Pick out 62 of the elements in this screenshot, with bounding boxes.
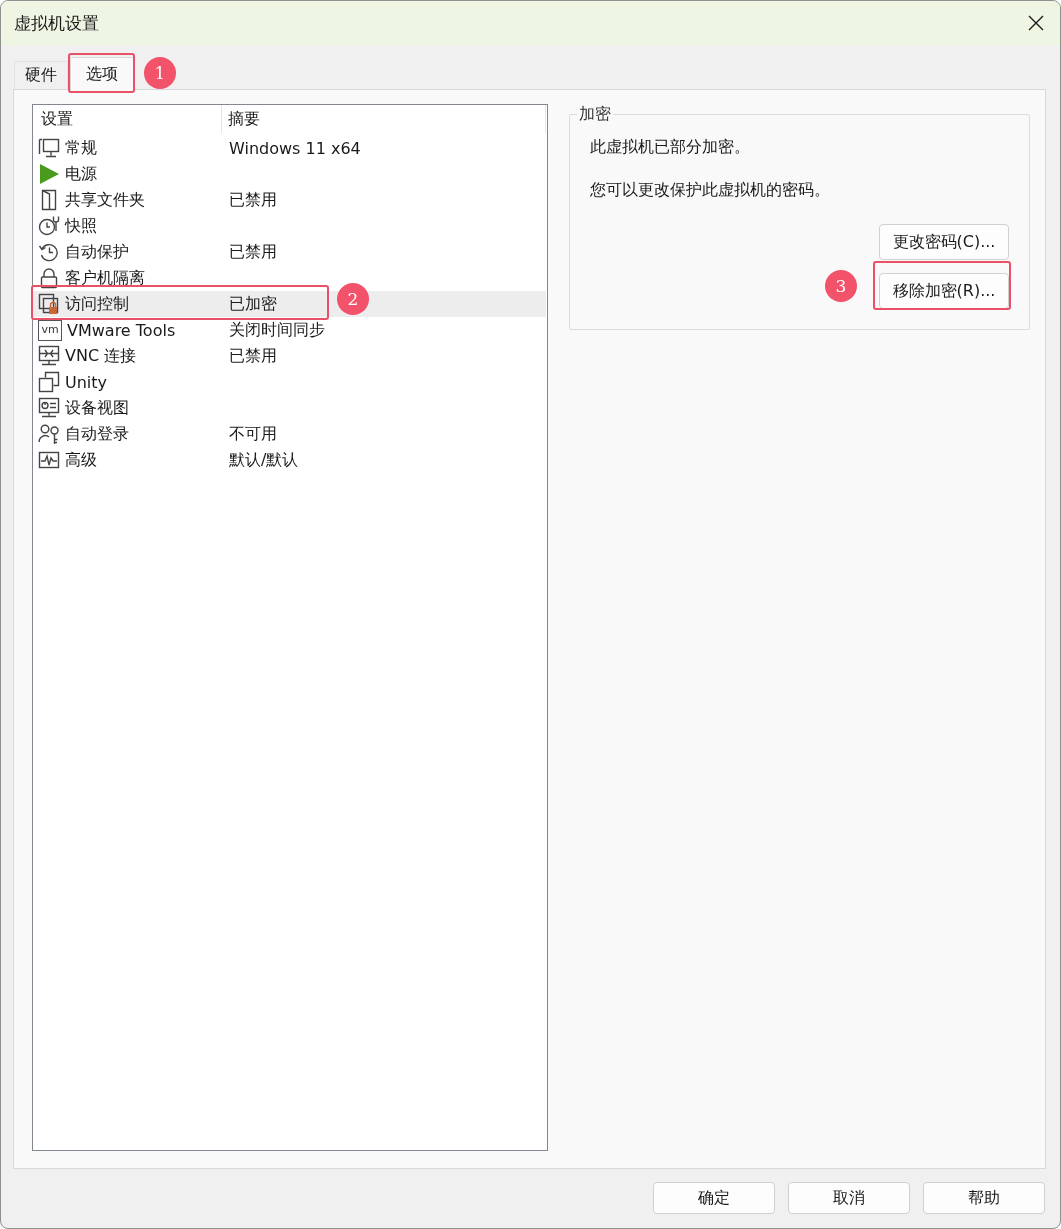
help-button[interactable]: 帮助 xyxy=(923,1182,1045,1214)
settings-row[interactable]: 常规 Windows 11 x64 xyxy=(33,135,546,161)
setting-summary: 不可用 xyxy=(229,423,277,445)
step-number: 1 xyxy=(144,57,176,89)
step-number: 3 xyxy=(825,270,857,302)
monitor-icon xyxy=(38,137,60,159)
info-text: 此虚拟机已部分加密。 xyxy=(590,136,751,158)
setting-summary: 已禁用 xyxy=(229,345,277,367)
settings-row[interactable]: 高级 默认/默认 xyxy=(33,447,546,473)
settings-row[interactable]: vm VMware Tools 关闭时间同步 xyxy=(33,317,546,343)
setting-name: 客户机隔离 xyxy=(65,267,145,289)
setting-summary: 关闭时间同步 xyxy=(229,319,325,341)
setting-name: 快照 xyxy=(65,215,97,237)
setting-name: 访问控制 xyxy=(65,293,129,315)
setting-summary: 已禁用 xyxy=(229,189,277,211)
monitor-power-icon xyxy=(38,397,60,419)
info-text: 您可以更改保护此虚拟机的密码。 xyxy=(590,179,831,201)
history-icon xyxy=(38,241,60,263)
setting-name: 设备视图 xyxy=(65,397,129,419)
setting-name: 自动保护 xyxy=(65,241,129,263)
setting-name: VNC 连接 xyxy=(65,345,137,367)
setting-name: 高级 xyxy=(65,449,97,471)
network-screen-icon xyxy=(38,345,60,367)
setting-name: Unity xyxy=(65,372,108,392)
clock-wrench-icon xyxy=(38,215,60,237)
user-key-icon xyxy=(38,423,60,445)
cancel-button[interactable]: 取消 xyxy=(788,1182,910,1214)
window-lock-icon xyxy=(38,293,60,315)
settings-row[interactable]: 自动登录 不可用 xyxy=(33,421,546,447)
setting-summary: Windows 11 x64 xyxy=(229,138,361,158)
setting-summary: 已禁用 xyxy=(229,241,277,263)
column-header[interactable]: 设置 xyxy=(33,105,222,133)
remove-encryption-button[interactable]: 移除加密(R)... xyxy=(879,273,1009,309)
settings-row[interactable]: 快照 xyxy=(33,213,546,239)
settings-row[interactable]: 自动保护 已禁用 xyxy=(33,239,546,265)
setting-name: 常规 xyxy=(65,137,97,159)
play-icon xyxy=(38,163,60,185)
tab[interactable]: 硬件 xyxy=(14,61,68,89)
step-number: 2 xyxy=(337,283,369,315)
settings-row[interactable]: 电源 xyxy=(33,161,546,187)
tab[interactable]: 选项 xyxy=(70,57,134,91)
settings-row[interactable]: Unity xyxy=(33,369,546,395)
setting-name: 共享文件夹 xyxy=(65,189,145,211)
change-password-button[interactable]: 更改密码(C)... xyxy=(879,224,1009,260)
pulse-icon xyxy=(38,449,60,471)
setting-summary: 默认/默认 xyxy=(229,449,299,471)
lock-icon xyxy=(38,267,60,289)
column-header[interactable]: 摘要 xyxy=(222,105,546,133)
setting-name: 电源 xyxy=(65,163,97,185)
overlapping-squares-icon xyxy=(38,371,60,393)
settings-row[interactable]: 设备视图 xyxy=(33,395,546,421)
setting-name: 自动登录 xyxy=(65,423,129,445)
ok-button[interactable]: 确定 xyxy=(653,1182,775,1214)
close-icon xyxy=(1028,15,1044,31)
group-title: 加密 xyxy=(578,104,612,124)
settings-row[interactable]: 共享文件夹 已禁用 xyxy=(33,187,546,213)
vm-logo-icon: vm xyxy=(38,319,62,341)
window-title: 虚拟机设置 xyxy=(14,11,99,35)
settings-row[interactable]: VNC 连接 已禁用 xyxy=(33,343,546,369)
setting-summary: 已加密 xyxy=(229,293,277,315)
highlight-frame xyxy=(68,53,135,93)
setting-name: VMware Tools xyxy=(67,320,176,340)
